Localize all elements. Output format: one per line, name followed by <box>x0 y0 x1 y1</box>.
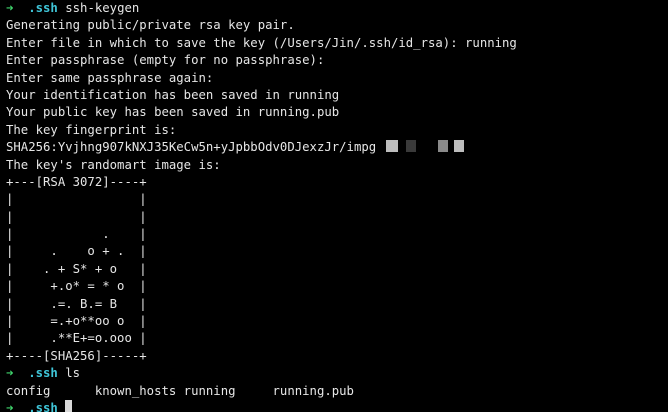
randomart-line: | . | <box>6 227 147 242</box>
prompt-directory: .ssh <box>28 1 58 15</box>
output-line: Generating public/private rsa key pair. <box>6 18 295 33</box>
output-line: The key's randomart image is: <box>6 157 221 172</box>
randomart-line: | . o + . | <box>6 244 147 259</box>
command-line: ➜ .ssh ls <box>6 365 668 382</box>
redaction-block <box>454 140 465 153</box>
randomart-line: | +.o* = * o | <box>6 279 147 294</box>
cursor-block[interactable] <box>65 399 73 412</box>
command-line: ➜ .ssh ssh-keygen <box>6 0 668 17</box>
prompt-arrow-icon: ➜ <box>6 1 14 15</box>
redaction-block <box>406 140 417 153</box>
output-line: The key fingerprint is: <box>6 122 177 137</box>
terminal-output: ➜ .ssh ssh-keygen Generating public/priva… <box>6 0 668 412</box>
redaction-block <box>386 140 399 153</box>
output-line: Your public key has been saved in runnin… <box>6 105 340 120</box>
randomart-line: | . + S* + o | <box>6 261 147 276</box>
command-text: ssh-keygen <box>65 1 140 15</box>
randomart-line: | .**E+=o.ooo | <box>6 331 147 346</box>
terminal-window[interactable]: ➜ .ssh ssh-keygen Generating public/priva… <box>0 0 668 412</box>
input-line: ➜ .ssh <box>6 399 668 412</box>
randomart-line: | | <box>6 192 147 207</box>
prompt-directory: .ssh <box>28 400 58 412</box>
output-line: Enter same passphrase again: <box>6 70 214 85</box>
fingerprint-text: SHA256:Yvjhng907kNXJ35KeCw5n+yJpbbOdv0DJ… <box>6 140 377 155</box>
output-line: Enter file in which to save the key (/Us… <box>6 35 517 50</box>
output-line: Your identification has been saved in ru… <box>6 87 340 102</box>
randomart-line: +---[RSA 3072]----+ <box>6 174 147 189</box>
prompt-arrow-icon: ➜ <box>6 400 14 412</box>
output-line: Enter passphrase (empty for no passphras… <box>6 53 325 68</box>
prompt-arrow-icon: ➜ <box>6 366 14 381</box>
redaction-block <box>438 140 449 153</box>
randomart-line: | =.+o**oo o | <box>6 314 147 329</box>
randomart-line: | | <box>6 209 147 224</box>
randomart-line: | .=. B.= B | <box>6 296 147 311</box>
randomart-line: +----[SHA256]-----+ <box>6 348 147 363</box>
fingerprint-line: SHA256:Yvjhng907kNXJ35KeCw5n+yJpbbOdv0DJ… <box>6 139 668 156</box>
output-line: config known_hosts running running.pub <box>6 383 354 398</box>
command-text: ls <box>65 366 81 381</box>
prompt-directory: .ssh <box>28 366 58 381</box>
